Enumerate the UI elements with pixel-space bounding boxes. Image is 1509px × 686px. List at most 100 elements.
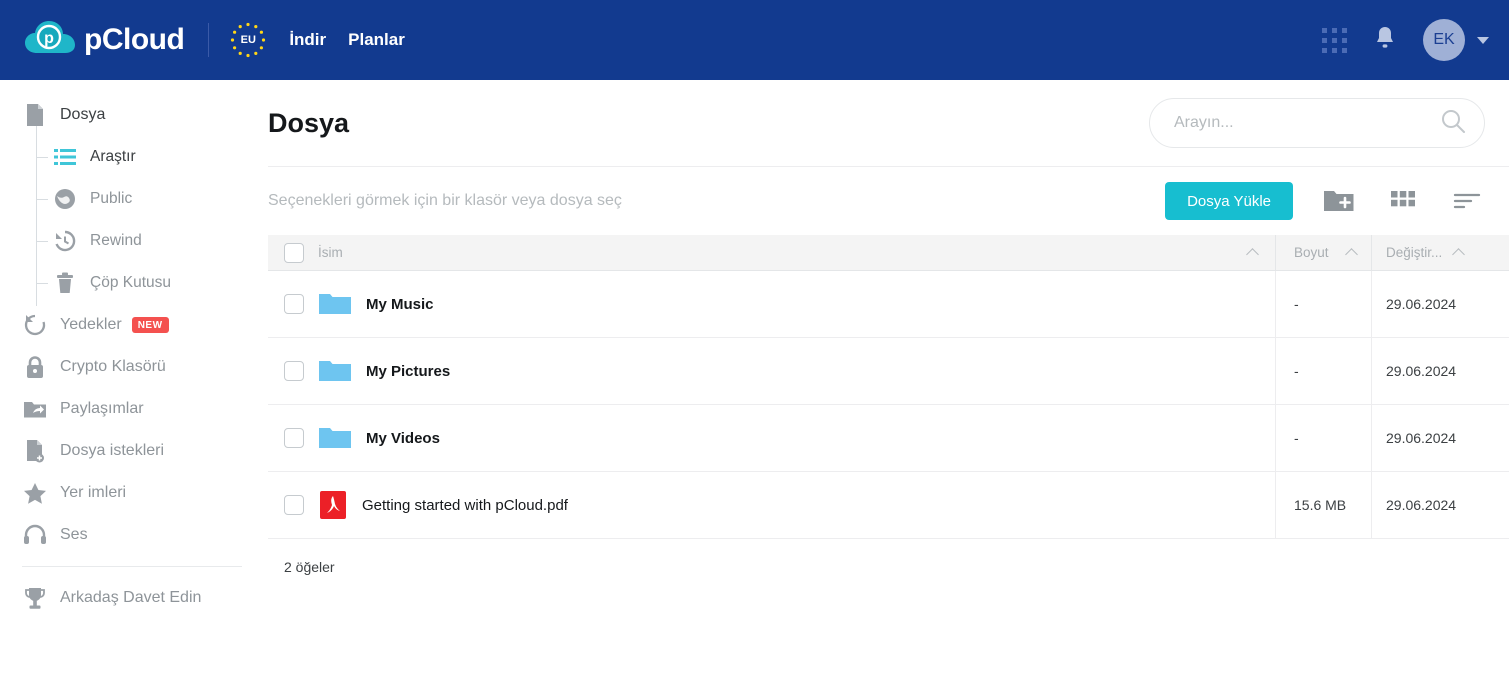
main-header: Dosya	[264, 80, 1509, 166]
star-icon	[22, 481, 48, 505]
sidebar-item-cop-kutusu[interactable]: Çöp Kutusu	[0, 262, 264, 304]
sidebar-item-yer-imleri[interactable]: Yer imleri	[0, 472, 264, 514]
globe-icon	[52, 187, 78, 211]
tree-dash	[36, 199, 48, 200]
sidebar-item-dosya[interactable]: Dosya	[0, 94, 264, 136]
column-label-name: İsim	[318, 245, 343, 260]
new-badge: NEW	[131, 317, 169, 333]
row-size: -	[1275, 405, 1371, 471]
row-checkbox[interactable]	[284, 428, 304, 448]
sidebar-item-label: Arkadaş Davet Edin	[60, 589, 202, 606]
folder-icon	[318, 358, 352, 384]
sidebar-item-crypto-klasoru[interactable]: Crypto Klasörü	[0, 346, 264, 388]
header-right-actions: EK	[1322, 0, 1489, 80]
main-content: Dosya Seçenekleri görmek için bir klasör…	[264, 80, 1509, 686]
headphones-icon	[22, 523, 48, 547]
sidebar: Dosya Araştır Public Rewind Çöp Kutusu Y…	[0, 80, 264, 686]
row-checkbox[interactable]	[284, 294, 304, 314]
sidebar-item-label: Rewind	[90, 232, 142, 249]
bell-icon[interactable]	[1373, 25, 1397, 56]
row-modified: 29.06.2024	[1371, 338, 1509, 404]
pcloud-app: p pCloud EU İndir Planlar EK Dosya Araşt…	[0, 0, 1509, 686]
page-title: Dosya	[268, 107, 350, 138]
sidebar-item-ses[interactable]: Ses	[0, 514, 264, 556]
column-header-size[interactable]: Boyut	[1275, 234, 1371, 271]
header-divider	[208, 23, 210, 57]
search-box[interactable]	[1149, 98, 1485, 148]
brand-logo[interactable]: p pCloud	[0, 20, 185, 60]
trash-icon	[52, 271, 78, 295]
user-menu[interactable]: EK	[1423, 19, 1489, 61]
row-checkbox[interactable]	[284, 361, 304, 381]
sort-icon[interactable]	[1449, 183, 1485, 219]
row-name-cell: Getting started with pCloud.pdf	[268, 472, 1275, 538]
sidebar-item-public[interactable]: Public	[0, 178, 264, 220]
sidebar-item-label: Crypto Klasörü	[60, 358, 166, 375]
table-header-row: İsim Boyut Değiştir...	[268, 234, 1509, 271]
chevron-down-icon	[1477, 36, 1489, 44]
row-modified: 29.06.2024	[1371, 472, 1509, 538]
table-row[interactable]: My Pictures - 29.06.2024	[268, 338, 1509, 405]
row-size: 15.6 MB	[1275, 472, 1371, 538]
tree-dash	[36, 157, 48, 158]
svg-text:p: p	[44, 30, 54, 47]
column-label-modified: Değiştir...	[1386, 245, 1443, 260]
table-row[interactable]: Getting started with pCloud.pdf 15.6 MB …	[268, 472, 1509, 539]
sidebar-item-dosya-istekleri[interactable]: Dosya istekleri	[0, 430, 264, 472]
sidebar-item-yedekler[interactable]: Yedekler NEW	[0, 304, 264, 346]
sidebar-item-arastir[interactable]: Araştır	[0, 136, 264, 178]
app-body: Dosya Araştır Public Rewind Çöp Kutusu Y…	[0, 80, 1509, 686]
row-name-cell: My Pictures	[268, 338, 1275, 404]
sidebar-item-arkadas-davet-edin[interactable]: Arkadaş Davet Edin	[0, 577, 264, 619]
shared-folder-icon	[22, 397, 48, 421]
column-header-name[interactable]: İsim	[268, 235, 1275, 271]
tree-dash	[36, 283, 48, 284]
folder-icon	[318, 291, 352, 317]
row-name: My Videos	[366, 429, 440, 447]
toolbar-actions: Dosya Yükle	[1165, 182, 1485, 220]
sort-asc-icon-size[interactable]	[1344, 247, 1358, 261]
sidebar-item-label: Yedekler	[60, 316, 122, 333]
new-folder-icon[interactable]	[1321, 183, 1357, 219]
row-checkbox[interactable]	[284, 495, 304, 515]
table-row[interactable]: My Videos - 29.06.2024	[268, 405, 1509, 472]
top-header-bar: p pCloud EU İndir Planlar EK	[0, 0, 1509, 80]
row-name: My Pictures	[366, 362, 451, 380]
grid-view-icon[interactable]	[1385, 183, 1421, 219]
row-name-cell: My Music	[268, 271, 1275, 337]
table-row[interactable]: My Music - 29.06.2024	[268, 271, 1509, 338]
grid-apps-icon[interactable]	[1322, 27, 1347, 53]
upload-button[interactable]: Dosya Yükle	[1165, 182, 1293, 220]
search-input[interactable]	[1174, 114, 1440, 132]
file-request-icon	[22, 439, 48, 463]
avatar: EK	[1423, 19, 1465, 61]
eu-badge: EU	[229, 21, 267, 59]
sidebar-item-label: Yer imleri	[60, 484, 127, 501]
sort-asc-icon-name[interactable]	[1246, 247, 1259, 261]
sidebar-item-label: Dosya istekleri	[60, 442, 165, 459]
select-all-checkbox[interactable]	[284, 242, 304, 263]
sidebar-item-label: Araştır	[90, 148, 136, 165]
list-icon	[52, 145, 78, 169]
sidebar-divider	[22, 566, 242, 567]
nav-indir[interactable]: İndir	[289, 30, 326, 50]
rewind-clock-icon	[52, 229, 78, 253]
brand-name: pCloud	[84, 23, 185, 56]
column-header-modified[interactable]: Değiştir...	[1371, 234, 1509, 271]
item-count: 2 öğeler	[284, 559, 335, 575]
lock-icon	[22, 355, 48, 379]
row-name-cell: My Videos	[268, 405, 1275, 471]
toolbar: Seçenekleri görmek için bir klasör veya …	[264, 167, 1509, 235]
search-icon[interactable]	[1440, 108, 1466, 139]
row-name: My Music	[366, 295, 434, 313]
sidebar-item-label: Dosya	[60, 106, 106, 123]
sort-asc-icon-modified[interactable]	[1452, 247, 1466, 261]
trophy-icon	[22, 586, 48, 610]
sidebar-item-label: Çöp Kutusu	[90, 274, 171, 291]
backup-refresh-icon	[22, 313, 48, 337]
file-icon	[22, 103, 48, 127]
tree-dash	[36, 241, 48, 242]
nav-planlar[interactable]: Planlar	[348, 30, 405, 50]
sidebar-item-paylasimlar[interactable]: Paylaşımlar	[0, 388, 264, 430]
sidebar-item-rewind[interactable]: Rewind	[0, 220, 264, 262]
